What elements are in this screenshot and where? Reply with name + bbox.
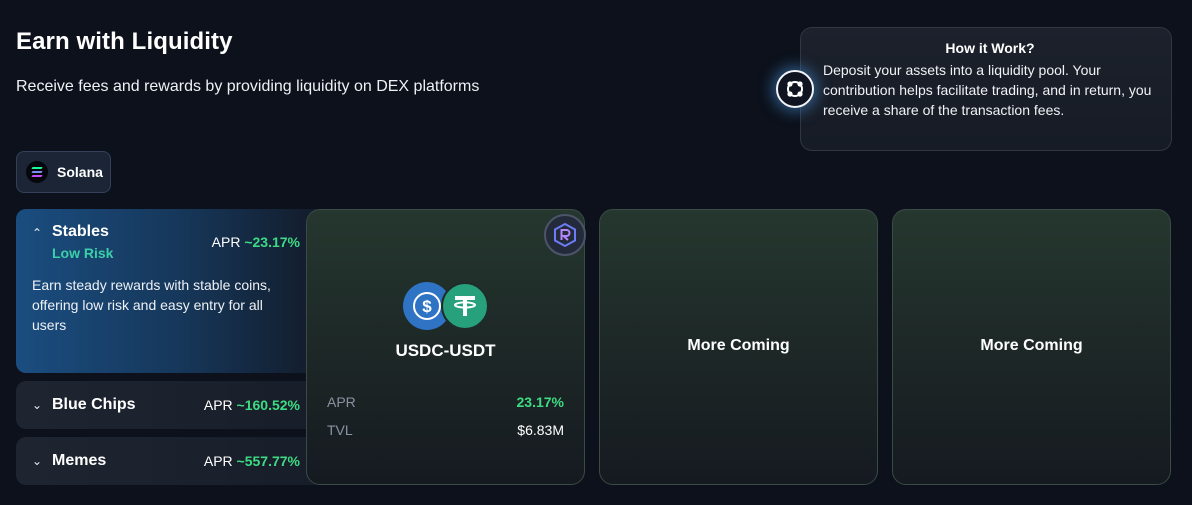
category-description: Earn steady rewards with stable coins, o… — [32, 277, 271, 333]
apr-label: APR — [203, 453, 233, 469]
category-blue-chips[interactable]: ⌄ Blue Chips APR ~160.52% — [16, 381, 316, 429]
category-name: Stables — [52, 223, 109, 240]
how-it-works-card: How it Work? Deposit your assets into a … — [800, 27, 1172, 151]
raydium-icon — [544, 214, 586, 256]
pool-card-usdc-usdt[interactable]: $ USDC-USDT APR 23.17% TVL $6.83M — [306, 209, 586, 485]
more-coming-card: More Coming — [892, 209, 1171, 485]
tvl-value: $6.83M — [517, 422, 564, 438]
apr-label: APR — [211, 234, 241, 250]
category-name: Blue Chips — [52, 396, 136, 413]
apr-value: ~557.77% — [236, 453, 300, 469]
apr-value: 23.17% — [516, 394, 564, 410]
chain-selector-button[interactable]: Solana — [16, 151, 111, 193]
pool-pair-name: USDC-USDT — [395, 341, 496, 360]
chain-label: Solana — [57, 164, 103, 180]
category-apr: APR ~557.77% — [204, 453, 300, 469]
solana-icon — [26, 161, 48, 183]
how-it-works-title: How it Work? — [945, 40, 1035, 56]
link-nodes-icon — [776, 70, 814, 108]
chevron-down-icon: ⌄ — [32, 454, 43, 468]
svg-text:$: $ — [422, 297, 432, 316]
pool-tvl-row: TVL $6.83M — [327, 416, 564, 444]
risk-badge: Low Risk — [52, 245, 114, 261]
apr-label: APR — [327, 394, 356, 410]
category-apr: APR ~23.17% — [212, 234, 300, 250]
pool-apr-row: APR 23.17% — [327, 388, 564, 416]
category-stables[interactable]: ⌃ Stables Low Risk APR ~23.17% Earn stea… — [16, 209, 316, 373]
apr-value: ~160.52% — [236, 397, 300, 413]
chevron-up-icon: ⌃ — [32, 226, 43, 240]
chevron-down-icon: ⌄ — [32, 398, 43, 412]
more-coming-card: More Coming — [599, 209, 878, 485]
page-subtitle: Receive fees and rewards by providing li… — [16, 78, 480, 95]
how-it-works-text: Deposit your assets into a liquidity poo… — [823, 62, 1152, 118]
page-title: Earn with Liquidity — [16, 28, 233, 55]
apr-label: APR — [203, 397, 233, 413]
apr-value: ~23.17% — [244, 234, 300, 250]
category-memes[interactable]: ⌄ Memes APR ~557.77% — [16, 437, 316, 485]
usdt-icon — [441, 282, 489, 330]
more-coming-label: More Coming — [687, 336, 790, 354]
tvl-label: TVL — [327, 422, 353, 438]
category-apr: APR ~160.52% — [204, 397, 300, 413]
category-name: Memes — [52, 452, 107, 469]
more-coming-label: More Coming — [980, 336, 1083, 354]
